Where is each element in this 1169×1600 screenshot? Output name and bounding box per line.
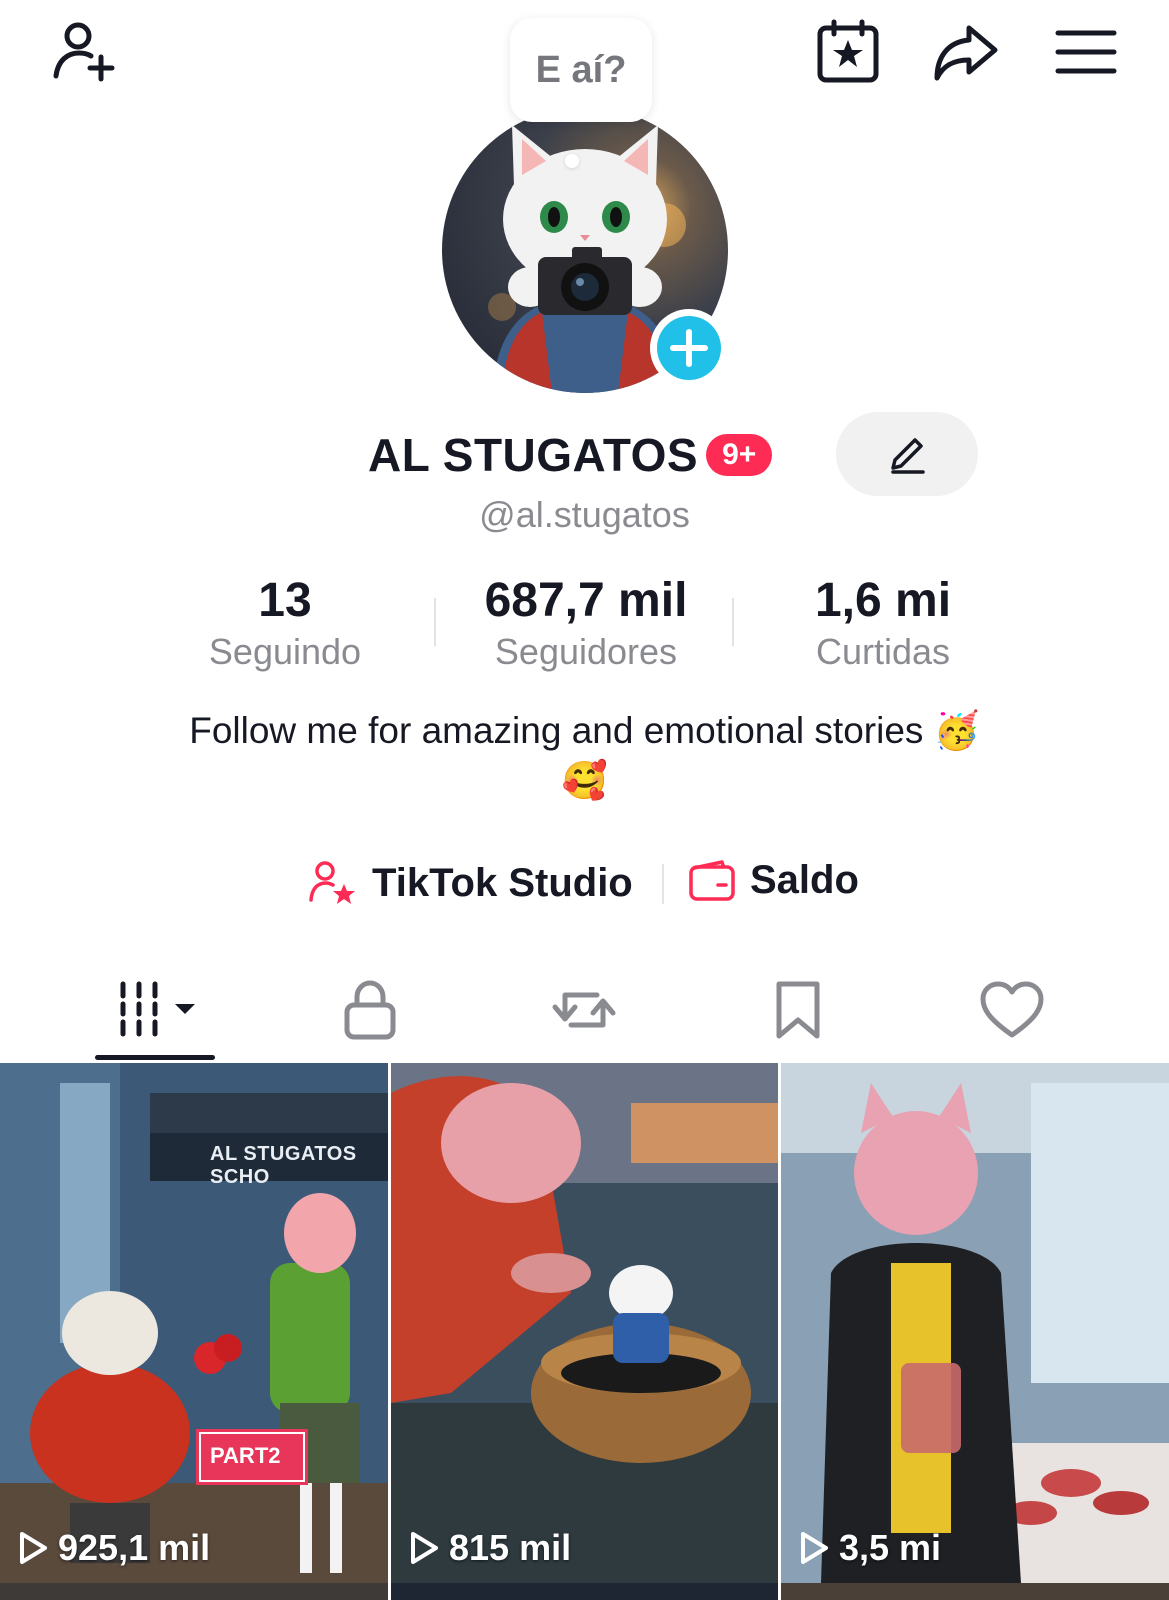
menu-button[interactable]: [1044, 10, 1128, 94]
bio-line: Follow me for amazing and emotional stor…: [189, 710, 980, 751]
wallet-icon: [689, 859, 735, 901]
profile-bio: Follow me for amazing and emotional stor…: [0, 706, 1169, 806]
profile-tabs: [0, 960, 1169, 1064]
stat-followers[interactable]: 687,7 mil Seguidores: [456, 572, 716, 674]
add-friend-button[interactable]: [40, 10, 124, 94]
play-icon: [411, 1532, 438, 1564]
hamburger-menu-icon: [1055, 30, 1117, 74]
balance-label: Saldo: [750, 858, 859, 902]
status-bubble-text: E aí?: [535, 48, 627, 91]
username-row: AL STUGATOS 9+: [368, 420, 773, 490]
person-plus-icon: [53, 22, 115, 82]
video-thumbnail[interactable]: 3,5 mi: [781, 1063, 1169, 1583]
profile-name: AL STUGATOS: [368, 429, 699, 481]
bookmark-icon: [776, 981, 820, 1039]
calendar-button[interactable]: [806, 10, 890, 94]
video-overlay-sign: AL STUGATOS SCHO: [210, 1143, 357, 1188]
stat-likes[interactable]: 1,6 mi Curtidas: [753, 572, 1013, 674]
creator-star-icon: [309, 861, 355, 904]
stat-label: Curtidas: [815, 631, 951, 672]
link-divider: [662, 864, 664, 904]
stat-following[interactable]: 13 Seguindo: [155, 572, 415, 674]
tab-reposts[interactable]: [484, 960, 684, 1060]
tab-videos[interactable]: [60, 960, 260, 1060]
share-button[interactable]: [924, 10, 1008, 94]
tab-private[interactable]: [270, 960, 470, 1060]
play-icon: [20, 1532, 47, 1564]
studio-label: TikTok Studio: [372, 860, 633, 905]
plus-icon: [670, 329, 708, 367]
grid-icon: [120, 981, 195, 1037]
chevron-down-icon: [175, 1004, 195, 1014]
tiktok-studio-link[interactable]: TikTok Studio: [308, 858, 633, 908]
tab-liked[interactable]: [912, 960, 1112, 1060]
play-icon: [801, 1532, 828, 1564]
video-overlay-tag: PART2: [210, 1443, 281, 1468]
view-count-text: 925,1 mil: [58, 1527, 211, 1568]
view-count-text: 3,5 mi: [839, 1527, 942, 1568]
stat-divider: [732, 598, 734, 646]
lock-icon: [344, 980, 396, 1040]
calendar-star-icon: [817, 19, 879, 83]
stat-value: 687,7 mil: [484, 574, 688, 627]
active-tab-indicator: [95, 1055, 215, 1060]
status-bubble[interactable]: E aí?: [510, 18, 652, 122]
profile-handle: @al.stugatos: [479, 494, 690, 535]
view-count: 815 mil: [409, 1527, 571, 1569]
notification-badge[interactable]: 9+: [706, 434, 773, 476]
bubble-pointer: [565, 154, 579, 168]
stat-value: 13: [258, 574, 312, 627]
stat-label: Seguindo: [208, 631, 362, 672]
add-story-button[interactable]: [650, 309, 728, 387]
video-thumbnail[interactable]: 815 mil: [391, 1063, 778, 1583]
stat-divider: [434, 598, 436, 646]
pencil-icon: [891, 438, 925, 474]
balance-link[interactable]: Saldo: [688, 858, 859, 903]
share-arrow-icon: [934, 25, 998, 81]
stat-label: Seguidores: [494, 631, 678, 672]
repost-icon: [552, 992, 616, 1028]
edit-profile-button[interactable]: [836, 412, 978, 496]
tab-favorites[interactable]: [698, 960, 898, 1060]
view-count: 3,5 mi: [799, 1527, 941, 1569]
video-thumbnail[interactable]: AL STUGATOS SCHO PART2 925,1 mil: [0, 1063, 388, 1583]
stat-value: 1,6 mi: [814, 574, 952, 627]
video-thumbnail-partial[interactable]: [391, 1583, 778, 1600]
view-count: 925,1 mil: [18, 1527, 210, 1569]
video-grid: AL STUGATOS SCHO PART2 925,1 mil 815 mil…: [0, 1063, 1169, 1600]
video-thumbnail-partial[interactable]: [0, 1583, 388, 1600]
bio-line: 🥰: [561, 760, 608, 801]
profile-links: TikTok Studio Saldo: [0, 850, 1169, 920]
heart-icon: [980, 981, 1044, 1038]
video-thumbnail-partial[interactable]: [781, 1583, 1169, 1600]
view-count-text: 815 mil: [449, 1527, 572, 1568]
